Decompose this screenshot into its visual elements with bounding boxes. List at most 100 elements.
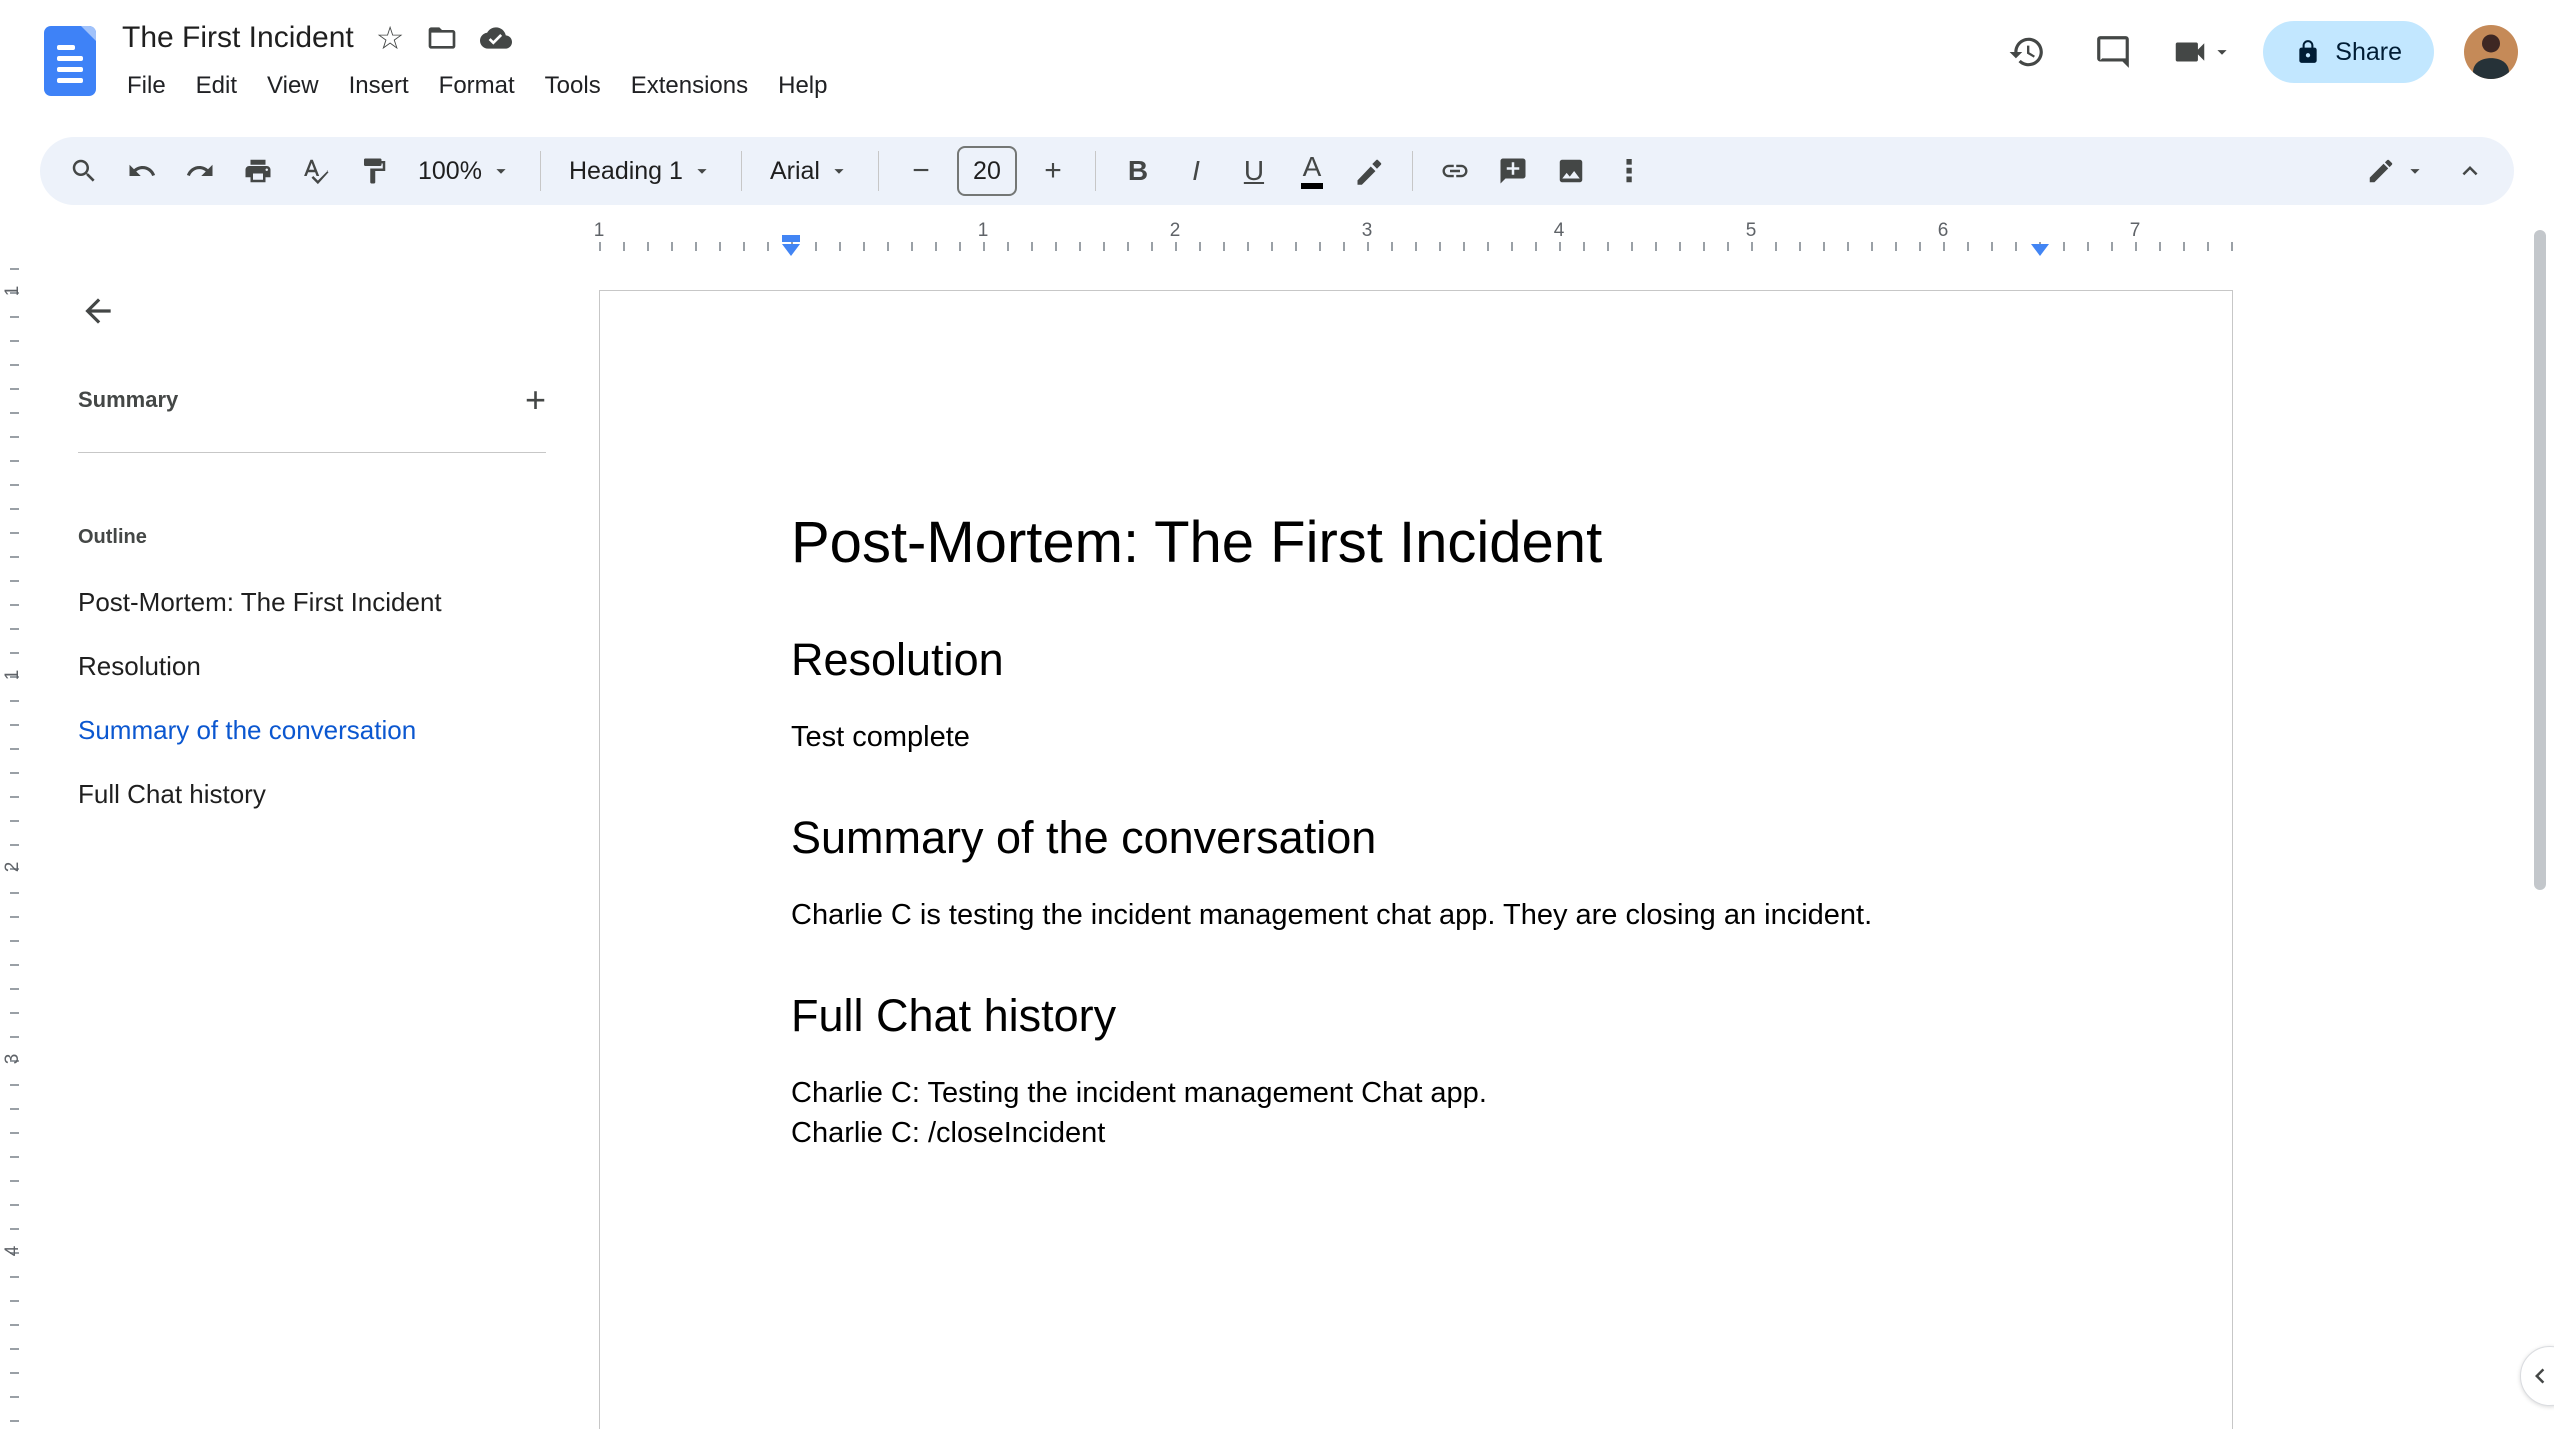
- summary-section: Summary +: [78, 372, 546, 428]
- ruler-number: 6: [1937, 220, 1949, 241]
- add-comment-button[interactable]: [1485, 143, 1541, 199]
- insert-link-button[interactable]: [1427, 143, 1483, 199]
- paragraph-style-value: Heading 1: [568, 156, 683, 185]
- menu-help[interactable]: Help: [763, 67, 842, 105]
- menu-bar: File Edit View Insert Format Tools Extensions H…: [112, 64, 842, 108]
- close-outline-button[interactable]: [68, 281, 128, 341]
- toolbar-separator: [740, 151, 742, 191]
- ruler-number: 2: [1169, 220, 1181, 241]
- menu-view[interactable]: View: [252, 67, 334, 105]
- doc-heading[interactable]: Full Chat history: [791, 987, 2040, 1045]
- pencil-icon: [2369, 159, 2393, 183]
- document-page[interactable]: Post-Mortem: The First Incident Resoluti…: [599, 290, 2233, 1429]
- google-docs-app: The First Incident ☆ File Edit View Insert F…: [0, 0, 2554, 1429]
- join-call-button[interactable]: [2171, 33, 2233, 71]
- chevron-down-icon: [697, 169, 707, 174]
- ruler-number: 3: [1361, 220, 1373, 241]
- print-button[interactable]: [230, 143, 286, 199]
- star-icon[interactable]: ☆: [376, 22, 405, 54]
- menu-file[interactable]: File: [112, 67, 181, 105]
- document-title[interactable]: The First Incident: [122, 21, 354, 55]
- share-label: Share: [2335, 37, 2402, 66]
- outline-item-1[interactable]: Resolution: [78, 634, 558, 698]
- back-arrow-icon: [85, 298, 111, 324]
- title-row: The First Incident ☆: [122, 16, 513, 60]
- plus-icon: +: [1044, 154, 1062, 187]
- left-indent-marker[interactable]: [782, 244, 800, 265]
- outline-label: Outline: [78, 526, 147, 548]
- undo-button[interactable]: [114, 143, 170, 199]
- comment-icon: [2097, 36, 2130, 68]
- doc-section-0: Resolution Test complete: [791, 631, 2040, 757]
- outline-item-0[interactable]: Post-Mortem: The First Incident: [78, 570, 558, 634]
- menu-tools[interactable]: Tools: [530, 67, 616, 105]
- doc-title-heading[interactable]: Post-Mortem: The First Incident: [791, 507, 2040, 579]
- doc-paragraph[interactable]: Test complete: [791, 717, 2040, 757]
- menu-edit[interactable]: Edit: [181, 67, 252, 105]
- doc-paragraph[interactable]: Charlie C: Testing the incident manageme…: [791, 1073, 2040, 1113]
- text-color-button[interactable]: A: [1284, 143, 1340, 199]
- add-summary-button[interactable]: +: [525, 382, 546, 418]
- font-select[interactable]: Arial: [756, 143, 864, 199]
- doc-heading[interactable]: Resolution: [791, 631, 2040, 689]
- docs-logo-fold: [81, 26, 96, 41]
- font-size-value: 20: [973, 156, 1001, 185]
- doc-paragraph[interactable]: Charlie C: /closeIncident: [791, 1113, 2040, 1153]
- minus-icon: −: [912, 154, 930, 187]
- version-history-button[interactable]: [1999, 24, 2055, 80]
- outline-list: Post-Mortem: The First Incident Resolutio…: [78, 570, 558, 826]
- doc-section-1: Summary of the conversation Charlie C is …: [791, 809, 2040, 935]
- doc-paragraph[interactable]: Charlie C is testing the incident manage…: [791, 895, 2040, 935]
- comments-button[interactable]: [2085, 24, 2141, 80]
- horizontal-ruler[interactable]: 1 1 2 3 4 5 6 7: [0, 220, 2554, 258]
- underline-button[interactable]: U: [1226, 143, 1282, 199]
- menu-format[interactable]: Format: [424, 67, 530, 105]
- bold-button[interactable]: B: [1110, 143, 1166, 199]
- menu-insert[interactable]: Insert: [334, 67, 424, 105]
- ruler-number: 1: [2, 669, 23, 681]
- highlight-color-button[interactable]: [1342, 143, 1398, 199]
- avatar[interactable]: [2464, 25, 2518, 79]
- cloud-saved-icon[interactable]: [480, 22, 513, 54]
- chevron-left-icon: [2535, 1368, 2545, 1384]
- spell-check-button[interactable]: [288, 143, 344, 199]
- outline-item-2[interactable]: Summary of the conversation: [78, 698, 558, 762]
- menu-extensions[interactable]: Extensions: [616, 67, 763, 105]
- search-menus-button[interactable]: [56, 143, 112, 199]
- move-folder-icon[interactable]: [426, 22, 458, 54]
- paint-format-button[interactable]: [346, 143, 402, 199]
- decrease-font-size-button[interactable]: −: [893, 143, 949, 199]
- document-content: Post-Mortem: The First Incident Resoluti…: [791, 507, 2040, 1153]
- ruler-number: 4: [1553, 220, 1565, 241]
- spellcheck-icon: [304, 159, 329, 185]
- ruler-number: 7: [2129, 220, 2141, 241]
- chevron-down-icon[interactable]: [2211, 41, 2233, 63]
- right-indent-marker[interactable]: [2031, 244, 2049, 265]
- header-actions: Share: [1999, 20, 2518, 84]
- docs-logo-line: [57, 78, 83, 83]
- expand-side-panel-button[interactable]: [2520, 1346, 2554, 1406]
- doc-sections: Resolution Test complete Summary of the co…: [791, 631, 2040, 1153]
- share-button[interactable]: Share: [2263, 21, 2434, 83]
- bold-icon: B: [1127, 155, 1149, 186]
- doc-heading[interactable]: Summary of the conversation: [791, 809, 2040, 867]
- toolbar: 100% Heading 1 Arial − 20 + B I U A ⋮: [40, 137, 2514, 205]
- increase-font-size-button[interactable]: +: [1025, 143, 1081, 199]
- zoom-select[interactable]: 100%: [404, 143, 526, 199]
- chevron-down-icon: [834, 169, 844, 174]
- more-options-button[interactable]: ⋮: [1601, 143, 1657, 199]
- outline-item-3[interactable]: Full Chat history: [78, 762, 558, 826]
- docs-logo-line: [57, 56, 83, 61]
- italic-button[interactable]: I: [1168, 143, 1224, 199]
- first-line-indent-marker[interactable]: [782, 235, 800, 242]
- lock-icon: [2299, 40, 2317, 63]
- font-size-input[interactable]: 20: [956, 146, 1017, 196]
- docs-logo-icon[interactable]: [44, 26, 96, 96]
- vertical-scrollbar-thumb[interactable]: [2534, 230, 2546, 890]
- hide-menus-button[interactable]: [2442, 143, 2498, 199]
- redo-button[interactable]: [172, 143, 228, 199]
- insert-image-button[interactable]: [1543, 143, 1599, 199]
- editing-mode-button[interactable]: [2352, 143, 2440, 199]
- vertical-ruler: 1 1 2 3 4: [2, 262, 28, 1429]
- paragraph-style-select[interactable]: Heading 1: [555, 143, 727, 199]
